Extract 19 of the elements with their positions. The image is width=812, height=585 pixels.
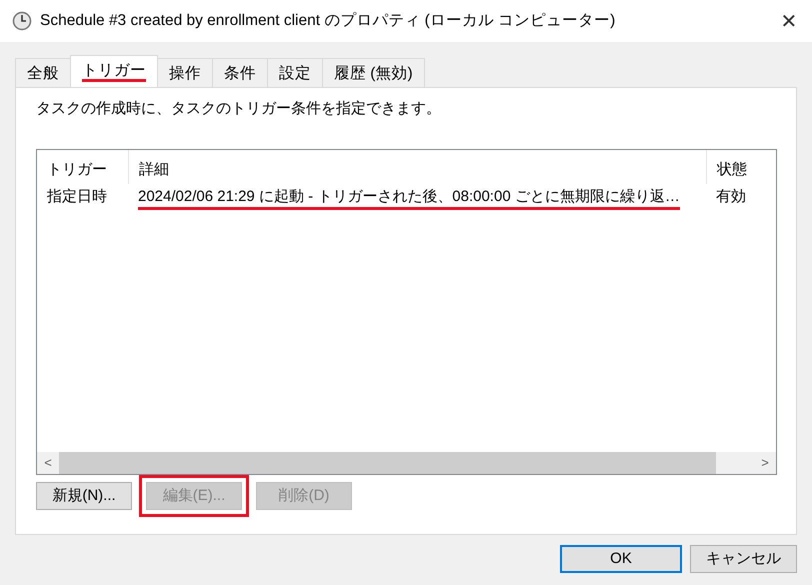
column-header[interactable]: 詳細 bbox=[128, 150, 706, 184]
description-text: タスクの作成時に、タスクのトリガー条件を指定できます。 bbox=[36, 99, 442, 119]
horizontal-scrollbar[interactable]: < > bbox=[37, 452, 776, 474]
clock-icon bbox=[12, 11, 32, 31]
window-title: Schedule #3 created by enrollment client のプロパティ (ローカル コンピューター) bbox=[40, 11, 616, 32]
table-cell: 指定日時 bbox=[47, 188, 107, 204]
close-button[interactable]: ✕ bbox=[766, 0, 812, 42]
ok-button[interactable]: OK bbox=[560, 545, 682, 573]
scroll-right-button[interactable]: > bbox=[754, 452, 776, 472]
scroll-left-button[interactable]: < bbox=[37, 452, 59, 472]
table-cell: 2024/02/06 21:29 に起動 - トリガーされた後、08:00:00 ごとに無期限に繰り返… bbox=[138, 188, 680, 210]
tab[interactable]: トリガー bbox=[70, 54, 158, 87]
table-cell: 有効 bbox=[716, 188, 746, 204]
column-header[interactable]: トリガー bbox=[37, 150, 128, 184]
tab[interactable]: 履歴 (無効) bbox=[322, 58, 425, 87]
cancel-button[interactable]: キャンセル bbox=[690, 545, 797, 573]
column-header[interactable]: 状態 bbox=[706, 150, 776, 184]
button[interactable]: 新規(N)... bbox=[36, 482, 132, 510]
tab[interactable]: 全般 bbox=[15, 58, 71, 87]
